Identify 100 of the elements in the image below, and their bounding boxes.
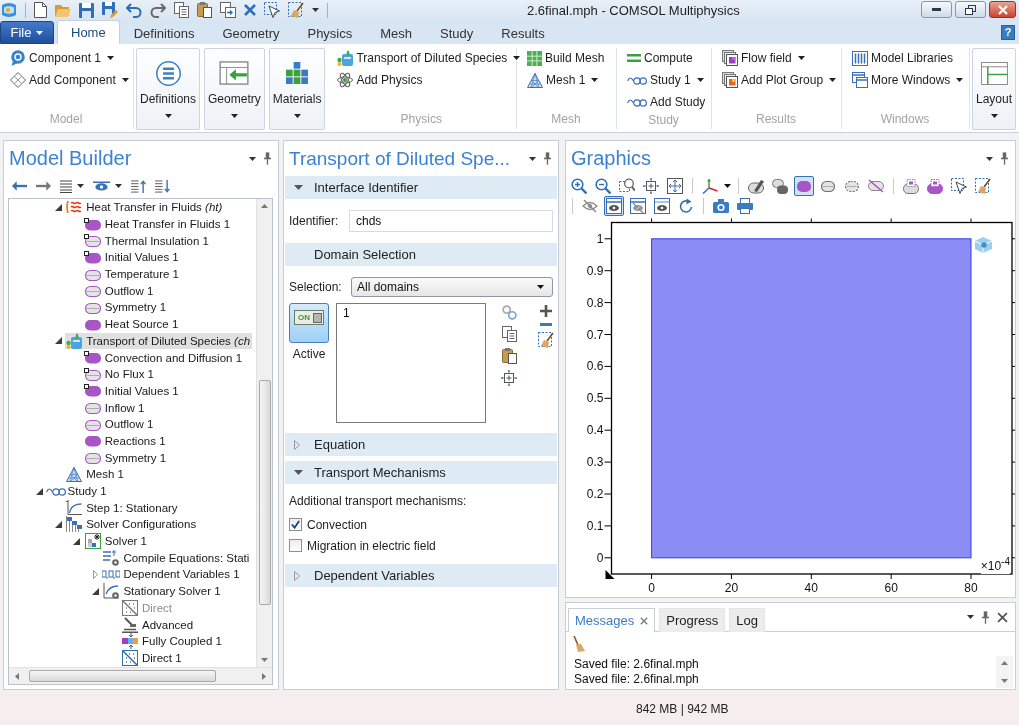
tree-item[interactable]: Symmetry 1: [83, 299, 169, 316]
expanded-arrow-icon[interactable]: [54, 520, 62, 528]
copy-icon[interactable]: [174, 2, 189, 18]
ribbon-button[interactable]: Add Plot Group: [722, 70, 837, 90]
broom-box-button[interactable]: [973, 176, 993, 196]
ribbon-tab[interactable]: Results: [487, 22, 559, 44]
tree-item[interactable]: Step 1: Stationary: [65, 499, 180, 516]
pin-icon[interactable]: [264, 152, 271, 165]
tree-item[interactable]: Inflow 1: [83, 399, 147, 416]
section-header[interactable]: Domain Selection: [285, 243, 557, 266]
scroll-down-arrow-icon[interactable]: [261, 658, 268, 662]
section-header[interactable]: Transport Mechanisms: [285, 461, 557, 484]
scroll-up-arrow-icon[interactable]: [1001, 661, 1008, 665]
ribbon-tab[interactable]: Mesh: [366, 22, 427, 44]
file-menu-button[interactable]: File: [0, 21, 54, 44]
paste-icon[interactable]: [197, 2, 212, 18]
ribbon-button[interactable]: Component 1: [10, 48, 115, 68]
ribbon-button[interactable]: Mesh 1: [527, 70, 599, 90]
pin-icon[interactable]: [544, 152, 551, 165]
tree-item[interactable]: Mesh 1: [65, 466, 126, 483]
tree-item[interactable]: Thermal Insulation 1: [83, 232, 211, 249]
copy-icon[interactable]: [501, 326, 517, 342]
ribbon-button[interactable]: More Windows: [852, 70, 964, 90]
back-arrow-icon[interactable]: [12, 181, 27, 191]
pin-icon[interactable]: [982, 610, 989, 624]
caret-icon[interactable]: [115, 184, 122, 188]
tree-item[interactable]: Convection and Diffusion 1: [83, 349, 245, 366]
tree-item[interactable]: Heat Transfer in Fluids (ht): [65, 199, 225, 216]
selection-dropdown[interactable]: All domains: [351, 277, 553, 297]
list-entry[interactable]: 1: [343, 306, 350, 320]
tree-item[interactable]: Stationary Solver 1: [102, 583, 223, 600]
selection-list-box[interactable]: 1: [336, 303, 486, 423]
chain-link-icon[interactable]: [501, 305, 517, 320]
scrollbar-thumb[interactable]: [29, 670, 216, 682]
tree-item[interactable]: Reactions 1: [83, 432, 168, 449]
redo-icon[interactable]: [150, 2, 166, 18]
zoom-extents-button[interactable]: [665, 176, 685, 196]
caret-icon[interactable]: [249, 156, 256, 161]
slashed-pill-button[interactable]: [866, 176, 886, 196]
tree-item[interactable]: Initial Values 1: [83, 249, 181, 266]
vertical-scrollbar[interactable]: [996, 656, 1013, 688]
section-header[interactable]: Equation: [285, 433, 557, 456]
tree-item[interactable]: Transport of Diluted Species (ch: [65, 332, 253, 349]
eye-slash-window-button[interactable]: [628, 196, 648, 216]
list-icon[interactable]: [60, 179, 72, 193]
caret-icon[interactable]: [77, 184, 84, 188]
broom-box-icon[interactable]: [538, 332, 554, 348]
close-icon[interactable]: [997, 611, 1008, 623]
zoom-in-button[interactable]: [569, 176, 589, 196]
checkbox[interactable]: [289, 539, 302, 552]
broom-box-icon[interactable]: [288, 2, 304, 18]
caret-icon[interactable]: [967, 615, 974, 619]
filled-pill-button[interactable]: [794, 176, 814, 196]
collapsed-arrow-icon[interactable]: [92, 569, 98, 579]
close-button[interactable]: [989, 1, 1016, 18]
tree-item[interactable]: Initial Values 1: [83, 382, 181, 399]
zoom-out-button[interactable]: [593, 176, 613, 196]
checkbox[interactable]: [289, 518, 302, 531]
app-logo-icon[interactable]: [1, 2, 17, 18]
ribbon-button[interactable]: Model Libraries: [852, 48, 954, 68]
vertical-scrollbar[interactable]: [256, 199, 272, 667]
tree-item[interactable]: Solver 1: [83, 533, 149, 550]
ribbon-button[interactable]: Compute: [627, 48, 693, 68]
tree-item[interactable]: Dependent Variables 1: [102, 566, 242, 583]
tree-item[interactable]: Symmetry 1: [83, 449, 169, 466]
tree-item[interactable]: Solver Configurations: [65, 516, 199, 533]
identifier-field[interactable]: chds: [349, 210, 553, 232]
tree-item[interactable]: Direct 1: [121, 649, 184, 666]
pin-icon[interactable]: [1001, 152, 1008, 165]
scroll-up-arrow-icon[interactable]: [261, 204, 268, 208]
forward-arrow-icon[interactable]: [36, 181, 51, 191]
expanded-arrow-icon[interactable]: [54, 203, 62, 211]
scroll-down-arrow-icon[interactable]: [1001, 679, 1008, 683]
ribbon-button[interactable]: Add Component: [10, 70, 129, 90]
select-box-icon[interactable]: [264, 2, 280, 18]
caret-icon[interactable]: [724, 184, 731, 188]
caret-icon[interactable]: [986, 156, 993, 161]
broom-icon[interactable]: [573, 636, 585, 652]
scroll-right-arrow-icon[interactable]: [262, 672, 266, 680]
save-icon[interactable]: [79, 2, 94, 18]
ribbon-button[interactable]: Layout: [972, 48, 1017, 130]
horizontal-scrollbar[interactable]: [9, 667, 272, 684]
checkbox-label[interactable]: Convection: [307, 517, 368, 532]
expanded-arrow-icon[interactable]: [73, 537, 81, 545]
help-button[interactable]: ?: [1001, 24, 1015, 40]
axes-button[interactable]: [700, 176, 720, 196]
stacked-pills-button[interactable]: [770, 176, 790, 196]
tree-item[interactable]: Compile Equations: Stati: [102, 549, 252, 566]
collapse-list-icon[interactable]: [131, 179, 146, 193]
tree-item[interactable]: Heat Source 1: [83, 316, 181, 333]
tree-item[interactable]: Temperature 1: [83, 266, 181, 283]
new-document-icon[interactable]: [34, 2, 47, 18]
printer-button[interactable]: [735, 196, 755, 216]
ribbon-tab[interactable]: Physics: [293, 22, 367, 44]
crosshair-box-icon[interactable]: [501, 370, 517, 386]
caret-icon[interactable]: [312, 8, 319, 12]
close-icon[interactable]: [640, 616, 649, 625]
ribbon-button[interactable]: Study 1: [627, 70, 704, 90]
panel-tab[interactable]: Log: [729, 608, 765, 632]
ribbon-tab[interactable]: Home: [57, 20, 120, 44]
